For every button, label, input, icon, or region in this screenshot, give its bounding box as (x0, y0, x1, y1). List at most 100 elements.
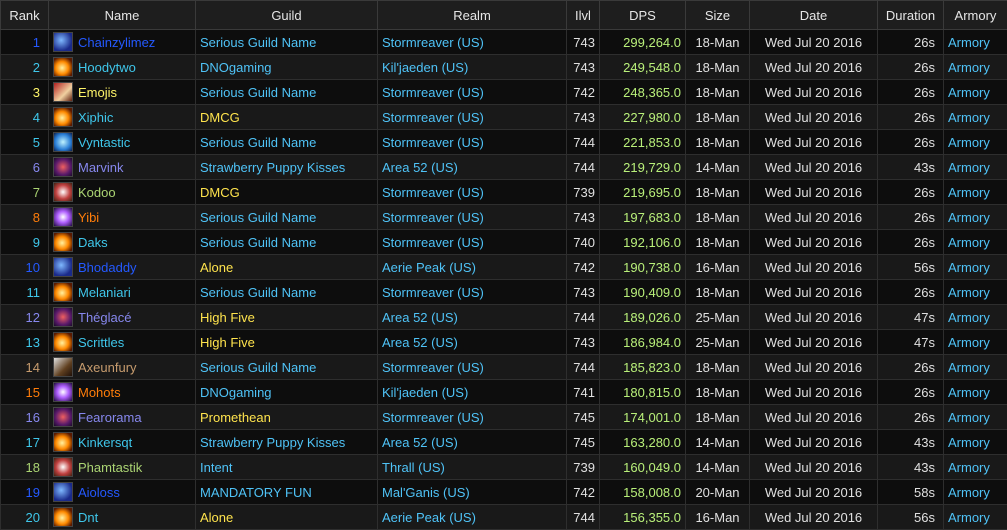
dps-cell: 190,409.0 (600, 280, 686, 305)
armory-link[interactable]: Armory (944, 205, 1007, 230)
player-name-link[interactable]: Fearorama (78, 410, 142, 425)
player-name-link[interactable]: Scrittles (78, 335, 124, 350)
guild-link[interactable]: DNOgaming (196, 380, 378, 405)
guild-link[interactable]: Alone (196, 255, 378, 280)
armory-link[interactable]: Armory (944, 330, 1007, 355)
armory-link[interactable]: Armory (944, 230, 1007, 255)
guild-link[interactable]: Serious Guild Name (196, 280, 378, 305)
armory-link[interactable]: Armory (944, 30, 1007, 55)
header-duration[interactable]: Duration (878, 1, 944, 30)
header-date[interactable]: Date (750, 1, 878, 30)
armory-link[interactable]: Armory (944, 355, 1007, 380)
realm-link[interactable]: Thrall (US) (378, 455, 567, 480)
header-armory[interactable]: Armory (944, 1, 1007, 30)
realm-link[interactable]: Stormreaver (US) (378, 405, 567, 430)
player-name-link[interactable]: Kinkersqt (78, 435, 132, 450)
player-name-link[interactable]: Daks (78, 235, 108, 250)
header-name[interactable]: Name (49, 1, 196, 30)
header-realm[interactable]: Realm (378, 1, 567, 30)
player-name-link[interactable]: Xiphic (78, 110, 113, 125)
table-row: 3 Emojis Serious Guild Name Stormreaver … (1, 80, 1007, 105)
realm-link[interactable]: Stormreaver (US) (378, 280, 567, 305)
realm-link[interactable]: Stormreaver (US) (378, 80, 567, 105)
realm-link[interactable]: Stormreaver (US) (378, 230, 567, 255)
armory-link[interactable]: Armory (944, 480, 1007, 505)
player-name-link[interactable]: Dnt (78, 510, 98, 525)
date-cell: Wed Jul 20 2016 (750, 155, 878, 180)
armory-link[interactable]: Armory (944, 380, 1007, 405)
armory-link[interactable]: Armory (944, 255, 1007, 280)
armory-link[interactable]: Armory (944, 455, 1007, 480)
armory-link[interactable]: Armory (944, 430, 1007, 455)
realm-link[interactable]: Stormreaver (US) (378, 130, 567, 155)
player-name-link[interactable]: Marvink (78, 160, 124, 175)
armory-link[interactable]: Armory (944, 55, 1007, 80)
guild-link[interactable]: Serious Guild Name (196, 30, 378, 55)
armory-link[interactable]: Armory (944, 80, 1007, 105)
realm-link[interactable]: Stormreaver (US) (378, 355, 567, 380)
guild-link[interactable]: Serious Guild Name (196, 355, 378, 380)
realm-link[interactable]: Stormreaver (US) (378, 30, 567, 55)
header-ilvl[interactable]: Ilvl (567, 1, 600, 30)
player-name-link[interactable]: Chainzylimez (78, 35, 155, 50)
guild-link[interactable]: Serious Guild Name (196, 205, 378, 230)
player-name-link[interactable]: Aioloss (78, 485, 120, 500)
player-name-link[interactable]: Hoodytwo (78, 60, 136, 75)
guild-link[interactable]: Alone (196, 505, 378, 530)
realm-link[interactable]: Area 52 (US) (378, 305, 567, 330)
player-name-link[interactable]: Axeunfury (78, 360, 137, 375)
guild-link[interactable]: DMCG (196, 180, 378, 205)
guild-link[interactable]: High Five (196, 305, 378, 330)
name-cell: Axeunfury (49, 355, 196, 380)
size-cell: 18-Man (686, 380, 750, 405)
player-name-link[interactable]: Kodoo (78, 185, 116, 200)
guild-link[interactable]: Strawberry Puppy Kisses (196, 430, 378, 455)
guild-link[interactable]: High Five (196, 330, 378, 355)
armory-link[interactable]: Armory (944, 305, 1007, 330)
header-dps[interactable]: DPS (600, 1, 686, 30)
realm-link[interactable]: Mal'Ganis (US) (378, 480, 567, 505)
realm-link[interactable]: Area 52 (US) (378, 155, 567, 180)
guild-link[interactable]: DNOgaming (196, 55, 378, 80)
player-name-link[interactable]: Vyntastic (78, 135, 130, 150)
player-name-link[interactable]: Emojis (78, 85, 117, 100)
armory-link[interactable]: Armory (944, 130, 1007, 155)
guild-link[interactable]: Strawberry Puppy Kisses (196, 155, 378, 180)
guild-link[interactable]: Serious Guild Name (196, 230, 378, 255)
player-name-link[interactable]: Phamtastik (78, 460, 142, 475)
fireball-icon (53, 232, 73, 252)
realm-link[interactable]: Stormreaver (US) (378, 205, 567, 230)
header-guild[interactable]: Guild (196, 1, 378, 30)
realm-link[interactable]: Stormreaver (US) (378, 105, 567, 130)
armory-link[interactable]: Armory (944, 505, 1007, 530)
realm-link[interactable]: Aerie Peak (US) (378, 255, 567, 280)
guild-link[interactable]: Promethean (196, 405, 378, 430)
realm-link[interactable]: Kil'jaeden (US) (378, 380, 567, 405)
realm-link[interactable]: Aerie Peak (US) (378, 505, 567, 530)
realm-link[interactable]: Kil'jaeden (US) (378, 55, 567, 80)
player-name-link[interactable]: Bhodaddy (78, 260, 137, 275)
name-cell: Bhodaddy (49, 255, 196, 280)
realm-link[interactable]: Area 52 (US) (378, 330, 567, 355)
guild-link[interactable]: MANDATORY FUN (196, 480, 378, 505)
header-rank[interactable]: Rank (1, 1, 49, 30)
guild-link[interactable]: Intent (196, 455, 378, 480)
realm-link[interactable]: Area 52 (US) (378, 430, 567, 455)
player-name-link[interactable]: Melaniari (78, 285, 131, 300)
realm-link[interactable]: Stormreaver (US) (378, 180, 567, 205)
armory-link[interactable]: Armory (944, 155, 1007, 180)
name-cell: Mohots (49, 380, 196, 405)
guild-link[interactable]: Serious Guild Name (196, 130, 378, 155)
ilvl-cell: 744 (567, 130, 600, 155)
guild-link[interactable]: DMCG (196, 105, 378, 130)
player-name-link[interactable]: Yibi (78, 210, 99, 225)
armory-link[interactable]: Armory (944, 405, 1007, 430)
player-name-link[interactable]: Théglacé (78, 310, 131, 325)
armory-link[interactable]: Armory (944, 180, 1007, 205)
date-cell: Wed Jul 20 2016 (750, 405, 878, 430)
player-name-link[interactable]: Mohots (78, 385, 121, 400)
armory-link[interactable]: Armory (944, 280, 1007, 305)
header-size[interactable]: Size (686, 1, 750, 30)
armory-link[interactable]: Armory (944, 105, 1007, 130)
guild-link[interactable]: Serious Guild Name (196, 80, 378, 105)
